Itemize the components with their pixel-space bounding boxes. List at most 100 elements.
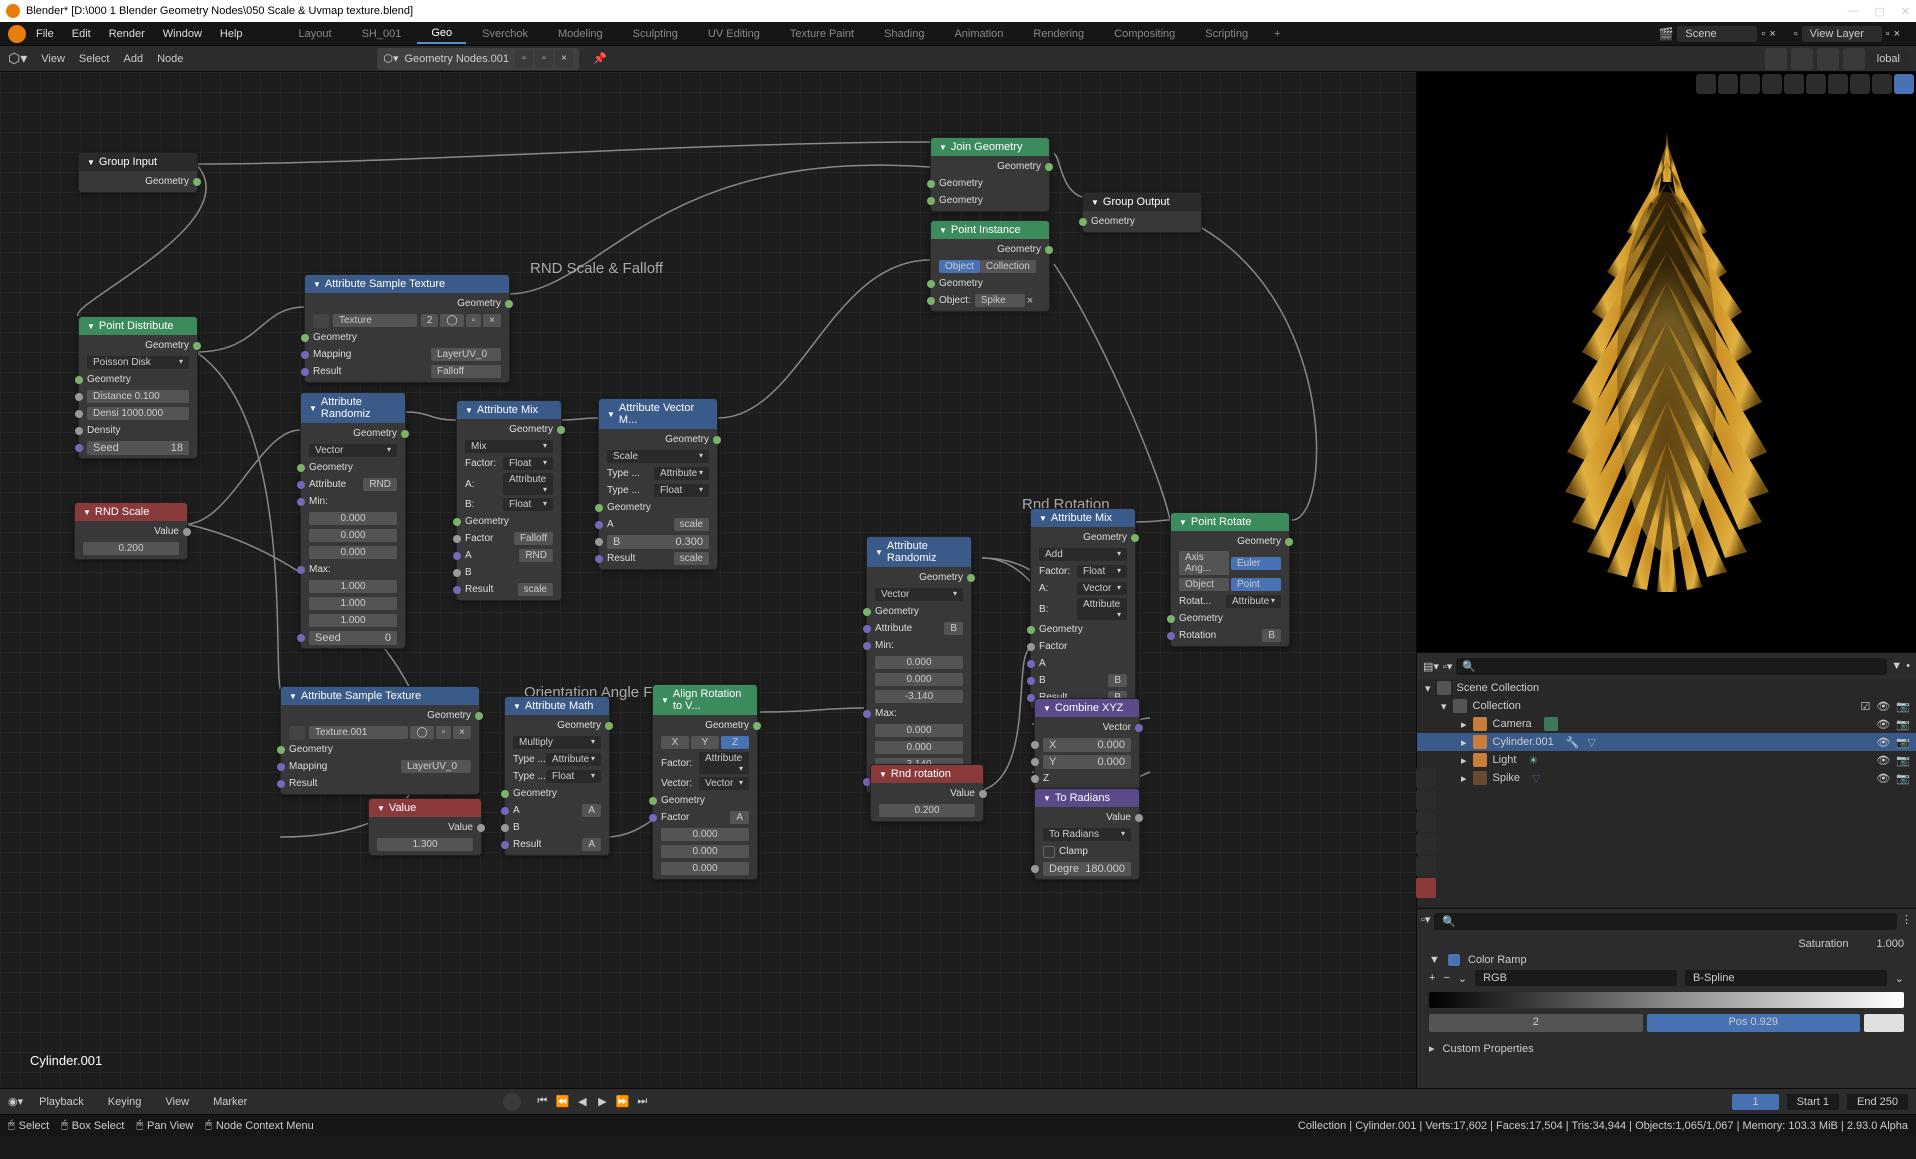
toolbar-view[interactable]: View — [41, 53, 65, 65]
camera-icon[interactable]: 📷 — [1896, 700, 1910, 713]
3d-viewport[interactable] — [1417, 72, 1916, 652]
ramp-color-mode[interactable]: RGB — [1475, 970, 1677, 986]
props-options-icon[interactable]: ⋮ — [1901, 913, 1912, 930]
keyframe-next-icon[interactable]: ⏩ — [613, 1093, 631, 1111]
node-header[interactable]: Attribute Vector M... — [599, 399, 717, 429]
node-header[interactable]: Combine XYZ — [1035, 699, 1139, 717]
viewport-btn-1[interactable] — [1696, 74, 1716, 94]
tab-uv[interactable]: UV Editing — [694, 25, 774, 43]
viewport-btn-8[interactable] — [1850, 74, 1870, 94]
node-header[interactable]: Group Output — [1083, 193, 1201, 211]
viewport-btn-6[interactable] — [1806, 74, 1826, 94]
tab-sh001[interactable]: SH_001 — [348, 25, 416, 43]
ramp-index[interactable]: 2 — [1429, 1014, 1643, 1032]
node-header[interactable]: Attribute Sample Texture — [281, 687, 479, 705]
node-header[interactable]: Join Geometry — [931, 138, 1049, 156]
tab-texpaint[interactable]: Texture Paint — [776, 25, 868, 43]
gn-unlink-icon[interactable]: × — [555, 50, 573, 68]
node-header[interactable]: Rnd rotation — [871, 765, 983, 783]
node-header[interactable]: Align Rotation to V... — [653, 685, 757, 715]
tab-layout[interactable]: Layout — [285, 25, 346, 43]
viewport-shading-rendered[interactable] — [1894, 74, 1914, 94]
timeline-view[interactable]: View — [157, 1094, 197, 1110]
ramp-dropdown-icon[interactable]: ⌄ — [1458, 972, 1467, 985]
clamp-checkbox[interactable] — [1043, 846, 1055, 858]
node-point-distribute[interactable]: Point Distribute Geometry Poisson Disk G… — [78, 316, 198, 459]
ramp-color-swatch[interactable] — [1864, 1014, 1904, 1032]
tab-shading[interactable]: Shading — [870, 25, 938, 43]
props-search[interactable]: 🔍 — [1434, 913, 1897, 930]
prop-tab-output[interactable] — [1416, 790, 1436, 810]
outliner-item-spike[interactable]: ▸ Spike▽ 👁📷 — [1417, 769, 1916, 787]
node-group-input[interactable]: Group Input Geometry — [78, 152, 198, 193]
camera-icon[interactable]: 📷 — [1896, 736, 1910, 749]
node-group-output[interactable]: Group Output Geometry — [1082, 192, 1202, 233]
outliner-type-icon[interactable]: ▤▾ — [1423, 660, 1439, 673]
node-point-instance[interactable]: Point Instance Geometry ObjectCollection… — [930, 220, 1050, 312]
start-frame[interactable]: Start 1 — [1787, 1094, 1839, 1110]
node-canvas[interactable]: RND Scale & Falloff Orientation Angle Fa… — [0, 72, 1416, 1088]
viewlayer-close-icon[interactable]: × — [1894, 28, 1900, 40]
minimize-button[interactable]: — — [1847, 5, 1858, 18]
node-attr-math[interactable]: Attribute Math Geometry Multiply Type ..… — [504, 696, 610, 856]
viewport-btn-5[interactable] — [1784, 74, 1804, 94]
viewlayer-field[interactable]: View Layer — [1802, 26, 1882, 42]
timeline-type-icon[interactable]: ◉▾ — [8, 1095, 23, 1108]
outliner-new-icon[interactable]: • — [1906, 660, 1910, 672]
timeline-playback[interactable]: Playback — [31, 1094, 92, 1110]
outliner-item-cylinder[interactable]: ▸ Cylinder.001🔧▽ 👁📷 — [1417, 733, 1916, 751]
prop-tab-scene[interactable] — [1416, 834, 1436, 854]
tab-add[interactable]: + — [1264, 25, 1290, 43]
camera-icon[interactable]: 📷 — [1896, 754, 1910, 767]
blender-icon[interactable] — [8, 25, 26, 43]
node-rnd-rotation-value[interactable]: Rnd rotation Value 0.200 — [870, 764, 984, 822]
node-header[interactable]: Attribute Randomiz — [301, 393, 405, 423]
node-header[interactable]: To Radians — [1035, 789, 1139, 807]
prop-tab-render[interactable] — [1416, 768, 1436, 788]
gn-usercount-icon[interactable]: ▫ — [515, 50, 533, 68]
ramp-menu-icon[interactable]: ⌄ — [1895, 972, 1904, 985]
eye-icon[interactable]: 👁 — [1876, 718, 1890, 731]
outliner-filter-icon[interactable]: ▫▾ — [1443, 660, 1452, 673]
scene-close-icon[interactable]: × — [1769, 28, 1775, 40]
node-attr-mix[interactable]: Attribute Mix Geometry Mix Factor:Float … — [456, 400, 562, 601]
viewport-btn-7[interactable] — [1828, 74, 1848, 94]
visibility-icon[interactable]: ☑ — [1860, 700, 1870, 713]
gn-new-icon[interactable]: ▫ — [535, 50, 553, 68]
scene-more-icon[interactable]: ▫ — [1761, 28, 1765, 40]
geometry-nodes-name-field[interactable]: ⬡▾ Geometry Nodes.001 ▫ ▫ × — [377, 48, 579, 70]
tab-sculpting[interactable]: Sculpting — [619, 25, 692, 43]
color-ramp-checkbox[interactable] — [1448, 954, 1460, 966]
scene-field[interactable]: Scene — [1677, 26, 1757, 42]
prop-tab-texture[interactable] — [1416, 878, 1436, 898]
tab-scripting[interactable]: Scripting — [1191, 25, 1262, 43]
tab-rendering[interactable]: Rendering — [1019, 25, 1098, 43]
node-header[interactable]: Point Instance — [931, 221, 1049, 239]
tab-modeling[interactable]: Modeling — [544, 25, 617, 43]
node-point-rotate[interactable]: Point Rotate Geometry Axis Ang...Euler O… — [1170, 512, 1290, 647]
outliner-collection[interactable]: ▾ Collection ☑👁📷 — [1417, 697, 1916, 715]
node-header[interactable]: Group Input — [79, 153, 197, 171]
pin-icon[interactable]: 📌 — [593, 52, 607, 65]
node-to-radians[interactable]: To Radians Value To Radians Clamp Degre1… — [1034, 788, 1140, 880]
maximize-button[interactable]: ▢ — [1874, 5, 1884, 18]
node-header[interactable]: Attribute Mix — [1031, 509, 1135, 527]
tab-animation[interactable]: Animation — [940, 25, 1017, 43]
node-header[interactable]: Attribute Math — [505, 697, 609, 715]
menu-help[interactable]: Help — [212, 25, 251, 43]
tab-compositing[interactable]: Compositing — [1100, 25, 1189, 43]
camera-icon[interactable]: 📷 — [1896, 718, 1910, 731]
menu-window[interactable]: Window — [155, 25, 210, 43]
viewport-btn-2[interactable] — [1718, 74, 1738, 94]
node-header[interactable]: RND Scale — [75, 503, 187, 521]
node-rnd-scale[interactable]: RND Scale Value 0.200 — [74, 502, 188, 560]
options-icon[interactable] — [1843, 48, 1865, 70]
node-attr-sample-texture-2[interactable]: Attribute Sample Texture Geometry Textur… — [280, 686, 480, 795]
jump-end-icon[interactable]: ⏭ — [633, 1093, 651, 1111]
props-type-icon[interactable]: ▫▾ — [1421, 913, 1430, 930]
prop-tab-world[interactable] — [1416, 856, 1436, 876]
ramp-remove-icon[interactable]: − — [1443, 972, 1449, 984]
node-header[interactable]: Attribute Sample Texture — [305, 275, 509, 293]
global-dropdown[interactable]: lobal — [1869, 51, 1908, 67]
menu-edit[interactable]: Edit — [64, 25, 99, 43]
